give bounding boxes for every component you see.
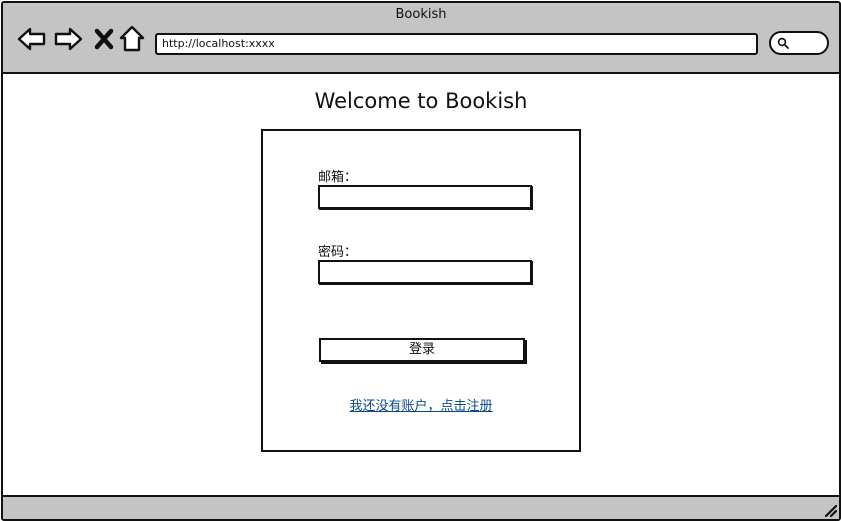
browser-toolbar: Bookish (3, 3, 839, 74)
email-label: 邮箱： (318, 170, 358, 185)
home-icon[interactable] (116, 23, 148, 55)
search-button[interactable] (769, 31, 829, 55)
password-field[interactable] (318, 260, 532, 284)
resize-grip-icon[interactable] (821, 501, 837, 517)
email-field[interactable] (318, 185, 532, 209)
page-title: Welcome to Bookish (314, 89, 528, 113)
login-button[interactable]: 登录 (319, 338, 525, 362)
url-input[interactable] (155, 33, 758, 55)
forward-arrow-icon[interactable] (52, 23, 84, 55)
login-form: 邮箱： 密码： 登录 我还没有账户，点击注册 (261, 129, 581, 452)
browser-window: Bookish Welcome to Bookish 邮箱： 密码： 登录 我还… (1, 1, 841, 521)
window-title: Bookish (395, 7, 447, 22)
register-link[interactable]: 我还没有账户，点击注册 (263, 395, 579, 414)
status-bar (3, 495, 839, 519)
password-label: 密码： (318, 245, 358, 260)
back-arrow-icon[interactable] (16, 23, 48, 55)
search-icon (777, 37, 789, 49)
